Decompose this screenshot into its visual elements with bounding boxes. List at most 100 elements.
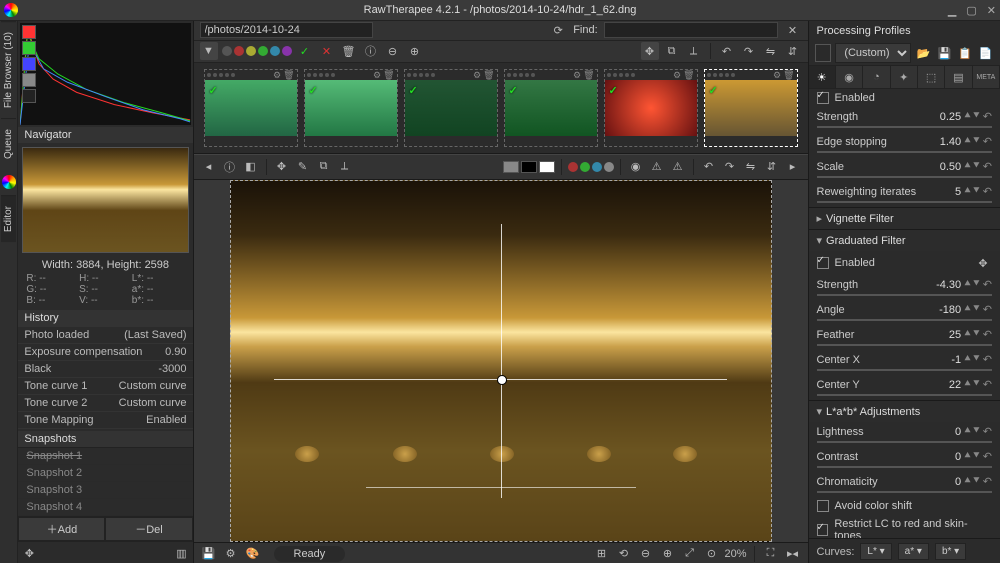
reset-icon[interactable]: ↶ — [983, 185, 992, 198]
history-row[interactable]: Photo loaded(Last Saved) — [18, 326, 192, 343]
hand-tool-icon[interactable]: ✥ — [273, 158, 291, 176]
reset-icon[interactable]: ↶ — [983, 450, 992, 463]
sync-zoom-icon[interactable]: ⟲ — [614, 545, 632, 563]
queue-icon[interactable]: ⚙ — [222, 545, 240, 563]
profile-save-icon[interactable]: 💾 — [936, 44, 953, 62]
reset-icon[interactable]: ↶ — [983, 425, 992, 438]
thumb-trash-icon[interactable]: 🗑 — [683, 70, 694, 81]
snapshot-item[interactable]: Snapshot 2 — [18, 465, 192, 482]
thumbnail[interactable]: ⚙🗑✓ — [204, 69, 298, 147]
hist-red-btn[interactable] — [22, 25, 36, 39]
zoom-100-icon[interactable]: ⊙ — [702, 545, 720, 563]
snapshot-item[interactable]: Snapshot 3 — [18, 482, 192, 499]
preview-image[interactable] — [230, 180, 772, 542]
fullscreen-icon[interactable]: ⛶ — [762, 545, 780, 563]
thumbnail[interactable]: ⚙🗑✓ — [404, 69, 498, 147]
filter-funnel-icon[interactable]: ▼ — [200, 42, 218, 60]
tool-scroll[interactable]: Enabled Strength0.25⯅⯆↶Edge stopping1.40… — [809, 89, 1000, 538]
close-icon[interactable]: ✕ — [987, 4, 996, 17]
flip-v-icon[interactable]: ⇵ — [784, 42, 802, 60]
lab-header[interactable]: ▾L*a*b* Adjustments — [809, 400, 1000, 422]
maximize-icon[interactable]: ▢ — [966, 4, 976, 17]
reset-icon[interactable]: ↶ — [983, 475, 992, 488]
filmstrip[interactable]: ⚙🗑✓⚙🗑✓⚙🗑✓⚙🗑✓⚙🗑✓⚙🗑✓ — [194, 63, 808, 154]
reset-icon[interactable]: ↶ — [983, 303, 992, 316]
profile-select[interactable]: (Custom) — [835, 43, 911, 63]
preview-area[interactable] — [194, 180, 808, 542]
collapse-left-icon[interactable]: ◂ — [200, 158, 218, 176]
zoom-out-icon[interactable]: ⊖ — [636, 545, 654, 563]
before-after-icon[interactable]: ◧ — [242, 158, 260, 176]
param-row[interactable]: Center Y22⯅⯆↶ — [809, 375, 1000, 394]
tab-transform[interactable]: ⬚ — [918, 66, 945, 88]
param-row[interactable]: Lightness0⯅⯆↶ — [809, 422, 1000, 441]
snapshot-item[interactable]: Snapshot 1 — [18, 448, 192, 465]
reset-icon[interactable]: ↶ — [983, 328, 992, 341]
tab-color[interactable]: ◔ — [863, 66, 890, 88]
tab-editor[interactable]: Editor — [1, 195, 16, 242]
curve-l-button[interactable]: L* ▾ — [860, 543, 891, 560]
rotate-left-editor-icon[interactable]: ↶ — [700, 158, 718, 176]
snapshots-list[interactable]: Snapshot 1Snapshot 2Snapshot 3Snapshot 4 — [18, 447, 192, 516]
collapse-right-icon[interactable]: ▸ — [784, 158, 802, 176]
param-row[interactable]: Strength0.25⯅⯆↶ — [809, 107, 1000, 126]
history-row[interactable]: Exposure compensation0.90 — [18, 343, 192, 360]
rotate-right-editor-icon[interactable]: ↷ — [721, 158, 739, 176]
move-tool-icon[interactable]: ✥ — [641, 42, 659, 60]
profile-copy-icon[interactable]: 📋 — [957, 44, 974, 62]
history-row[interactable]: Tone curve 2Custom curve — [18, 394, 192, 411]
profile-paste-icon[interactable]: 📄 — [977, 44, 994, 62]
path-input[interactable] — [200, 22, 374, 38]
reset-icon[interactable]: ↶ — [983, 135, 992, 148]
reset-icon[interactable]: ↶ — [983, 110, 992, 123]
thumb-trash-icon[interactable]: 🗑 — [783, 70, 794, 81]
preview-bg-buttons[interactable] — [503, 161, 555, 173]
thumbnail[interactable]: ⚙🗑✓ — [504, 69, 598, 147]
reset-icon[interactable]: ↶ — [983, 160, 992, 173]
thumbnail[interactable]: ⚙🗑✓ — [304, 69, 398, 147]
zoom-in-thumbs-icon[interactable]: ⊕ — [406, 42, 424, 60]
param-row[interactable]: Contrast0⯅⯆↶ — [809, 447, 1000, 466]
param-row[interactable]: Edge stopping1.40⯅⯆↶ — [809, 132, 1000, 151]
thumb-trash-icon[interactable]: 🗑 — [483, 70, 494, 81]
find-input[interactable] — [604, 22, 778, 38]
thumb-trash-icon[interactable]: 🗑 — [283, 70, 294, 81]
tab-exposure[interactable]: ☀ — [809, 66, 836, 88]
flip-h-icon[interactable]: ⇋ — [762, 42, 780, 60]
grad-edit-icon[interactable]: ✥ — [974, 254, 992, 272]
vignette-header[interactable]: ▸Vignette Filter — [809, 207, 1000, 229]
zoom-in-icon[interactable]: ⊕ — [658, 545, 676, 563]
curve-b-button[interactable]: b* ▾ — [935, 543, 966, 560]
snapshot-add-button[interactable]: ＋Add — [18, 517, 105, 541]
hist-green-btn[interactable] — [22, 41, 36, 55]
curve-a-button[interactable]: a* ▾ — [898, 543, 929, 560]
panel-collapse-arrows-icon[interactable]: ✥ — [20, 544, 38, 562]
crop-editor-icon[interactable]: ⧉ — [315, 158, 333, 176]
profile-mode-icon[interactable] — [815, 44, 832, 62]
tab-detail[interactable]: ◉ — [836, 66, 863, 88]
grad-enabled-check[interactable] — [817, 257, 829, 269]
restrict-lc-check[interactable] — [817, 524, 829, 536]
history-row[interactable]: Tone curve 1Custom curve — [18, 377, 192, 394]
reset-icon[interactable]: ↶ — [983, 353, 992, 366]
hist-raw-btn[interactable] — [22, 89, 36, 103]
hist-luma-btn[interactable] — [22, 73, 36, 87]
reset-icon[interactable]: ↶ — [983, 278, 992, 291]
color-label-filter[interactable] — [222, 46, 292, 56]
reset-icon[interactable]: ↶ — [983, 378, 992, 391]
graduated-filter-feather[interactable] — [366, 487, 636, 488]
info-filter-icon[interactable]: ⓘ — [362, 42, 380, 60]
trash-filter-icon[interactable]: 🗑 — [340, 42, 358, 60]
info-toggle-icon[interactable]: ⓘ — [221, 158, 239, 176]
panel-layout-icon[interactable]: ▥ — [173, 544, 191, 562]
param-row[interactable]: Scale0.50⯅⯆↶ — [809, 157, 1000, 176]
tab-meta[interactable]: META — [973, 66, 1000, 88]
tm-enabled-check[interactable] — [817, 92, 829, 104]
param-row[interactable]: Reweighting iterates5⯅⯆↶ — [809, 182, 1000, 201]
tab-wavelet[interactable]: ✦ — [891, 66, 918, 88]
minimize-icon[interactable]: ▁ — [948, 4, 956, 17]
save-icon[interactable]: 💾 — [200, 545, 218, 563]
thumb-trash-icon[interactable]: 🗑 — [583, 70, 594, 81]
tab-file-browser[interactable]: File Browser (10) — [1, 21, 16, 118]
hist-blue-btn[interactable] — [22, 57, 36, 71]
